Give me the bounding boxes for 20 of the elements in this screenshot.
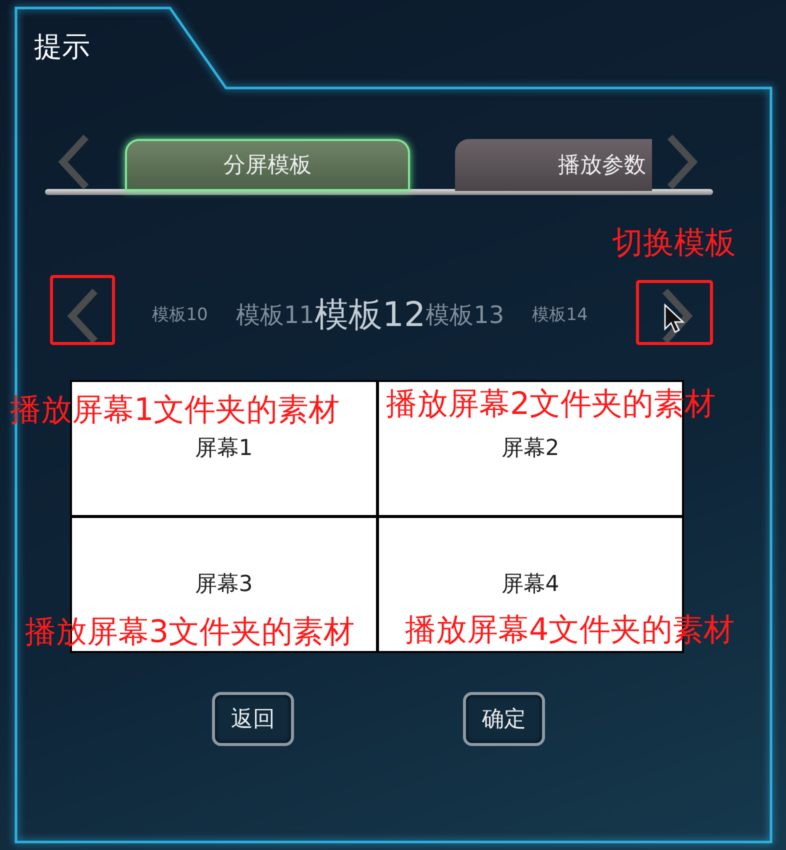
back-button[interactable]: 返回 [212, 692, 294, 746]
highlight-frame [50, 275, 115, 345]
tab[interactable]: 分屏模板 [125, 139, 410, 191]
tab[interactable]: 播放参数 [455, 139, 652, 191]
previous-icon[interactable] [57, 133, 91, 191]
annotation-text: 切换模板 [612, 225, 736, 262]
dialog-title: 提示 [34, 30, 90, 64]
template-option[interactable]: 模板11 [236, 303, 314, 327]
next-icon[interactable] [660, 287, 694, 345]
screen-label: 屏幕1 [194, 435, 253, 463]
next-icon[interactable] [665, 133, 699, 191]
template-option[interactable]: 模板10 [152, 306, 208, 324]
template-option[interactable]: 模板14 [532, 306, 588, 324]
cursor-icon [663, 303, 685, 335]
template-option[interactable]: 模板12 [314, 298, 426, 332]
screen-label: 屏幕2 [501, 435, 560, 463]
template-option[interactable]: 模板13 [426, 303, 504, 327]
screen-label: 屏幕3 [194, 571, 253, 599]
confirm-button[interactable]: 确定 [463, 692, 545, 746]
screen-label: 屏幕4 [501, 571, 560, 599]
